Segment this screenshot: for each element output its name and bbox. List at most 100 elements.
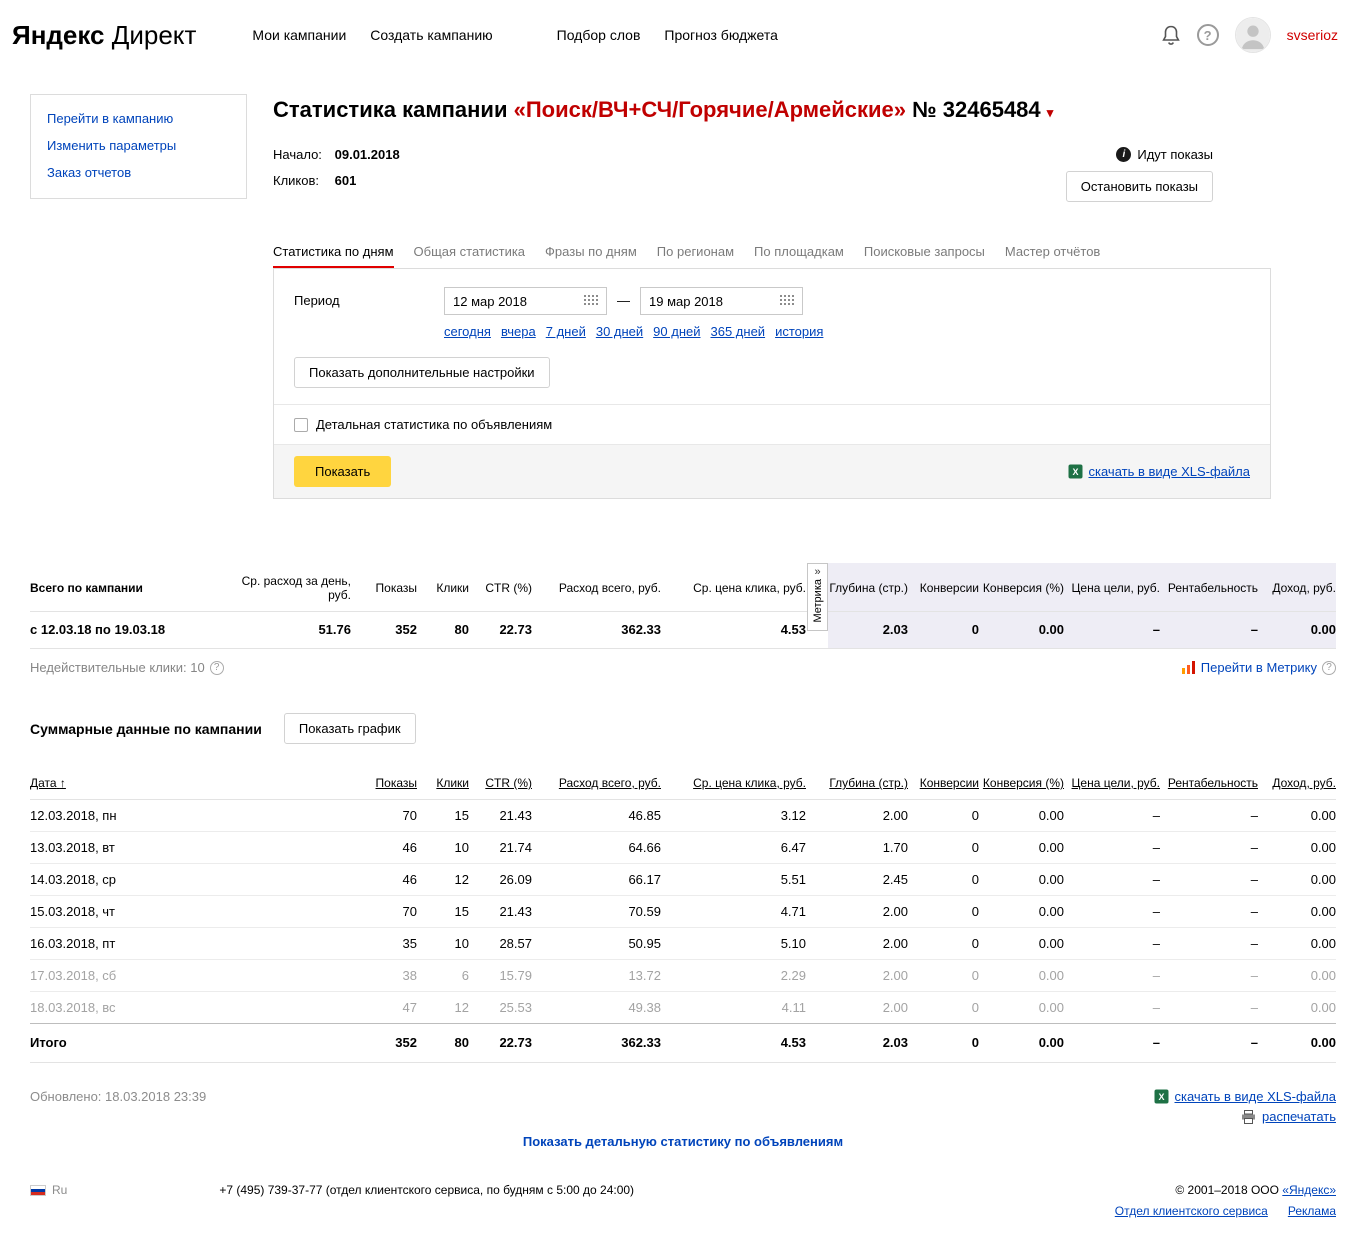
date-range: 12 мар 2018 — 19 мар 2018: [444, 287, 823, 315]
sort-clicks-link[interactable]: Клики: [436, 776, 469, 790]
sort-revenue-link[interactable]: Доход, руб.: [1272, 776, 1336, 790]
daily-value-cell: 2.00: [806, 799, 908, 832]
tab-stats-by-day[interactable]: Статистика по дням: [273, 244, 394, 268]
svg-text:X: X: [1072, 467, 1078, 477]
advertising-link[interactable]: Реклама: [1288, 1204, 1336, 1218]
show-detail-stats-link[interactable]: Показать детальную статистику по объявле…: [523, 1134, 843, 1149]
xls-download-top: X скачать в виде XLS-файла: [1068, 464, 1251, 479]
language-switcher[interactable]: Ru: [30, 1183, 67, 1197]
footer-right: © 2001–2018 ООО «Яндекс» Отдел клиентско…: [1115, 1183, 1336, 1218]
summary-heading-row: Суммарные данные по кампании Показать гр…: [30, 713, 1336, 744]
daily-value-cell: –: [1160, 991, 1258, 1024]
sort-header-revenue: Доход, руб.: [1258, 768, 1336, 800]
client-service-link[interactable]: Отдел клиентского сервиса: [1115, 1204, 1268, 1218]
header-right: ? svserioz: [1161, 17, 1338, 53]
sort-arrow-icon: ↑: [59, 776, 66, 790]
sort-ctr-link[interactable]: CTR (%): [485, 776, 532, 790]
daily-value-cell: –: [1160, 959, 1258, 992]
daily-value-cell: 0.00: [979, 927, 1064, 960]
col-header-clicks: Клики: [417, 563, 469, 612]
daily-header-row: Дата ↑ Показы Клики CTR (%) Расход всего…: [30, 768, 1336, 800]
totals-cell: 51.76: [230, 611, 351, 649]
quick-link-7-days[interactable]: 7 дней: [546, 324, 586, 339]
daily-value-cell: –: [1064, 959, 1160, 992]
daily-total-cell: –: [1160, 1023, 1258, 1063]
daily-total-row: Итого 352 80 22.73 362.33 4.53 2.03 0 0.…: [30, 1023, 1336, 1063]
updated-text: Обновлено: 18.03.2018 23:39: [30, 1089, 207, 1104]
quick-link-365-days[interactable]: 365 дней: [711, 324, 766, 339]
metrika-link-block: Перейти в Метрику ?: [1181, 660, 1336, 675]
quick-link-history[interactable]: история: [775, 324, 823, 339]
yandex-link[interactable]: «Яндекс»: [1282, 1183, 1336, 1197]
date-from-input[interactable]: 12 мар 2018: [444, 287, 607, 315]
xls-download-link[interactable]: скачать в виде XLS-файла: [1089, 464, 1251, 479]
sort-total-spend-link[interactable]: Расход всего, руб.: [559, 776, 661, 790]
nav-my-campaigns[interactable]: Мои кампании: [252, 27, 346, 43]
daily-row: 16.03.2018, пт 35 10 28.57 50.95 5.10 2.00 0 0.0…: [30, 927, 1336, 960]
quick-link-today[interactable]: сегодня: [444, 324, 491, 339]
username[interactable]: svserioz: [1287, 27, 1338, 43]
avatar[interactable]: [1234, 17, 1271, 53]
sort-conversion-rate-link[interactable]: Конверсия (%): [983, 776, 1064, 790]
sort-profitability-link[interactable]: Рентабельность: [1168, 776, 1258, 790]
sort-header-ctr: CTR (%): [469, 768, 532, 800]
sort-header-conversions: Конверсии: [908, 768, 979, 800]
language-label: Ru: [52, 1183, 68, 1197]
tab-search-queries[interactable]: Поисковые запросы: [864, 244, 985, 268]
daily-table-section: Дата ↑ Показы Клики CTR (%) Расход всего…: [30, 768, 1336, 1063]
tab-by-placement[interactable]: По площадкам: [754, 244, 844, 268]
col-header-total-spend: Расход всего, руб.: [532, 563, 661, 612]
sort-depth-link[interactable]: Глубина (стр.): [829, 776, 908, 790]
sort-goal-cost-link[interactable]: Цена цели, руб.: [1072, 776, 1160, 790]
sidebar-item-go-to-campaign[interactable]: Перейти в кампанию: [47, 111, 230, 126]
metrika-vertical-tab[interactable]: » Метрика: [807, 563, 828, 631]
daily-value-cell: 12: [417, 863, 469, 896]
yandex-direct-logo[interactable]: Яндекс Директ: [12, 20, 196, 51]
totals-header-row: Всего по кампании Ср. расход за день, ру…: [30, 563, 1336, 612]
campaign-dropdown-caret-icon[interactable]: ▾: [1047, 105, 1054, 120]
help-icon[interactable]: ?: [1196, 24, 1219, 46]
daily-value-cell: 0.00: [979, 863, 1064, 896]
daily-value-cell: 21.74: [469, 831, 532, 864]
daily-value-cell: –: [1160, 863, 1258, 896]
metrika-help-icon[interactable]: ?: [1322, 660, 1336, 675]
notifications-bell-icon[interactable]: [1161, 24, 1181, 46]
nav-keyword-selection[interactable]: Подбор слов: [557, 27, 641, 43]
daily-value-cell: 12: [417, 991, 469, 1024]
show-button[interactable]: Показать: [294, 456, 392, 487]
quick-link-yesterday[interactable]: вчера: [501, 324, 536, 339]
sort-header-avg-cpc: Ср. цена клика, руб.: [661, 768, 806, 800]
nav-create-campaign[interactable]: Создать кампанию: [370, 27, 492, 43]
daily-total-cell: 362.33: [532, 1023, 661, 1063]
sort-impressions-link[interactable]: Показы: [376, 776, 417, 790]
invalid-clicks-help-icon[interactable]: ?: [209, 660, 224, 675]
tab-report-wizard[interactable]: Мастер отчётов: [1005, 244, 1100, 268]
print-link[interactable]: распечатать: [1262, 1109, 1336, 1124]
col-header-avg-daily-spend: Ср. расход за день, руб.: [230, 563, 351, 612]
detail-stats-checkbox[interactable]: [294, 417, 308, 432]
meta-left: Начало: 09.01.2018 Кликов: 601: [273, 147, 400, 202]
go-to-metrika-link[interactable]: Перейти в Метрику: [1201, 660, 1317, 675]
sidebar-item-order-reports[interactable]: Заказ отчетов: [47, 165, 230, 180]
quick-link-90-days[interactable]: 90 дней: [653, 324, 700, 339]
filter-panel: Период 12 мар 2018 — 19 мар 2018 сегодня…: [273, 268, 1271, 499]
tab-phrases-by-day[interactable]: Фразы по дням: [545, 244, 637, 268]
xls-download-link[interactable]: скачать в виде XLS-файла: [1175, 1089, 1337, 1104]
daily-table-body: 12.03.2018, пн 70 15 21.43 46.85 3.12 2.00 0 0.0…: [30, 799, 1336, 1024]
sort-date-link[interactable]: Дата ↑: [30, 776, 66, 790]
content-top: Перейти в кампанию Изменить параметры За…: [0, 94, 1366, 499]
nav-budget-forecast[interactable]: Прогноз бюджета: [664, 27, 778, 43]
footer-links: Отдел клиентского сервиса Реклама: [1115, 1204, 1336, 1218]
sort-avg-cpc-link[interactable]: Ср. цена клика, руб.: [693, 776, 806, 790]
col-header-avg-cpc: Ср. цена клика, руб.: [661, 563, 806, 612]
show-chart-button[interactable]: Показать график: [283, 713, 416, 744]
sort-conversions-link[interactable]: Конверсии: [920, 776, 979, 790]
date-to-input[interactable]: 19 мар 2018: [640, 287, 803, 315]
sidebar-item-edit-parameters[interactable]: Изменить параметры: [47, 138, 230, 153]
tab-general-stats[interactable]: Общая статистика: [414, 244, 526, 268]
tab-by-region[interactable]: По регионам: [657, 244, 734, 268]
advanced-settings-button[interactable]: Показать дополнительные настройки: [294, 357, 550, 388]
quick-link-30-days[interactable]: 30 дней: [596, 324, 643, 339]
daily-value-cell: 2.00: [806, 991, 908, 1024]
stop-impressions-button[interactable]: Остановить показы: [1065, 171, 1213, 202]
